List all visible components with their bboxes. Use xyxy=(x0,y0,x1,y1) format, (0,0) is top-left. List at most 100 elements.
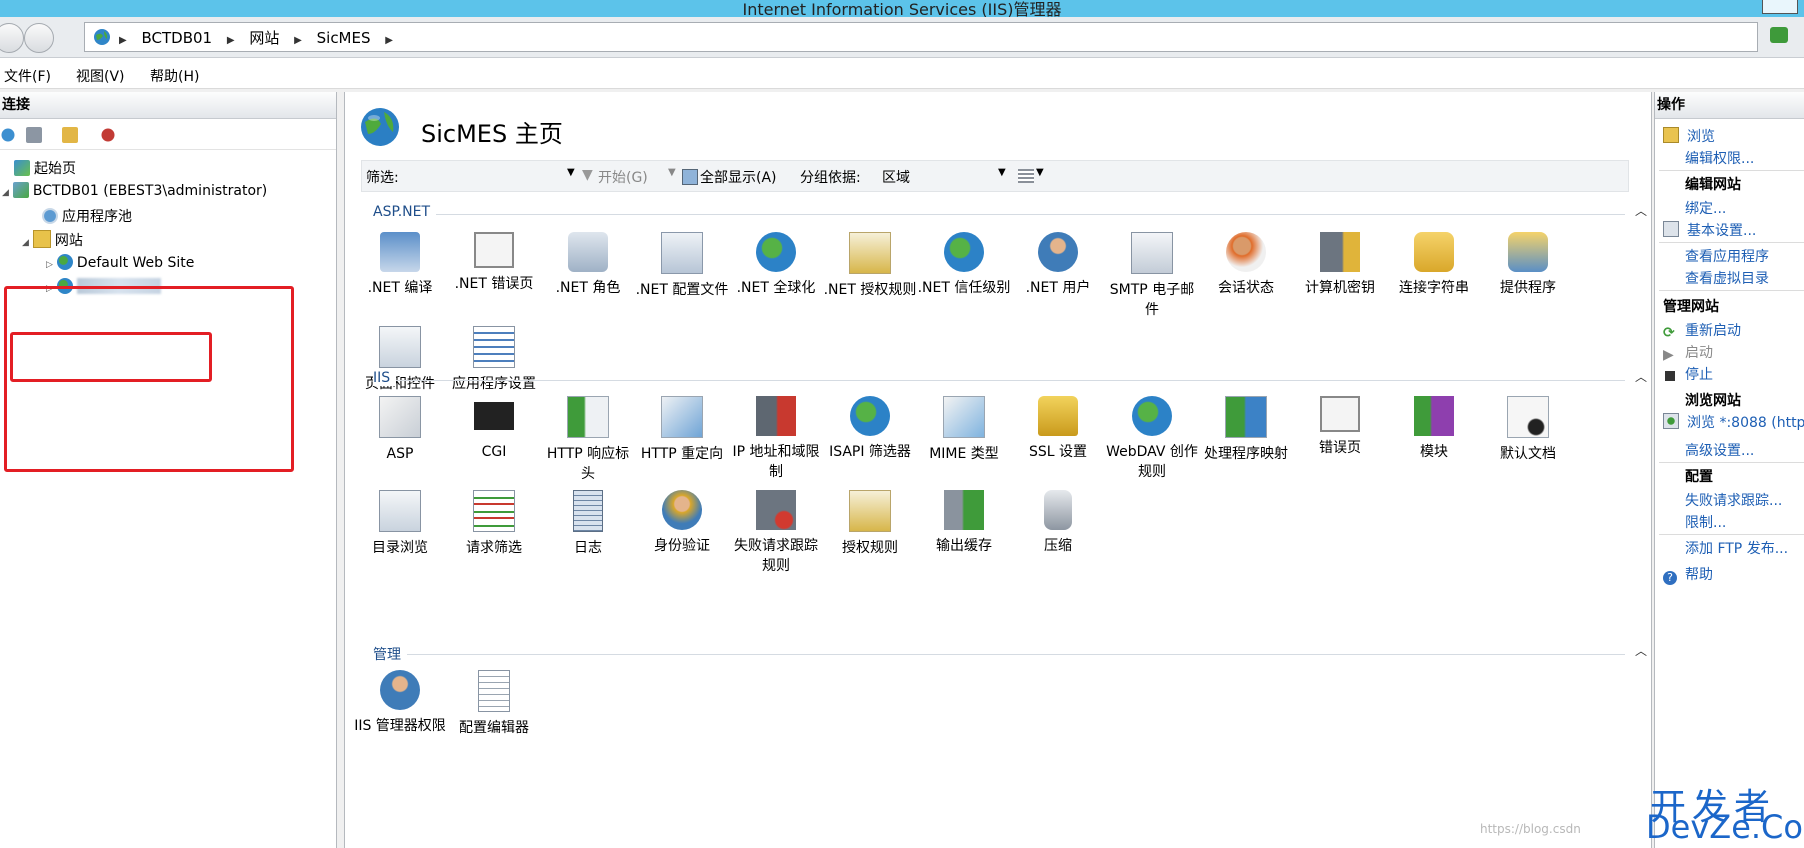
tree-item-start-page[interactable]: 起始页 xyxy=(14,158,76,178)
expand-icon: ▷ xyxy=(46,260,53,270)
webdav-icon xyxy=(1132,396,1172,436)
feature-net-compilation[interactable]: .NET 编译 xyxy=(353,232,447,298)
feature-cgi[interactable]: CGI xyxy=(447,396,541,462)
refresh-icon[interactable] xyxy=(1770,27,1788,43)
tree-item-default-site[interactable]: ▷ Default Web Site xyxy=(46,254,194,271)
feature-net-users[interactable]: .NET 用户 xyxy=(1011,232,1105,298)
feature-request-filtering[interactable]: 请求筛选 xyxy=(447,490,541,558)
handler-icon xyxy=(1225,396,1267,438)
action-failed-request-tracing[interactable]: 失败请求跟踪... xyxy=(1685,490,1782,510)
action-view-virtual-dirs[interactable]: 查看虚拟目录 xyxy=(1685,268,1769,288)
tree-item-sites[interactable]: ◢ 网站 xyxy=(22,230,83,250)
show-all-button[interactable]: 全部显示(A) xyxy=(700,167,777,187)
action-bindings[interactable]: 绑定... xyxy=(1685,198,1726,218)
trust-icon xyxy=(944,232,984,272)
feature-net-roles[interactable]: .NET 角色 xyxy=(541,232,635,298)
breadcrumb-server[interactable]: BCTDB01 xyxy=(141,29,212,47)
action-restart[interactable]: ⟳ 重新启动 xyxy=(1663,320,1741,341)
feature-session-state[interactable]: 会话状态 xyxy=(1199,232,1293,298)
manager-perms-icon xyxy=(380,670,420,710)
chevron-down-icon[interactable]: ▼ xyxy=(567,167,575,178)
feature-configuration-editor[interactable]: 配置编辑器 xyxy=(447,670,541,738)
action-stop[interactable]: 停止 xyxy=(1663,364,1713,384)
feature-modules[interactable]: 模块 xyxy=(1387,396,1481,462)
collapse-icon: ◢ xyxy=(22,238,29,248)
chevron-right-icon: ▶ xyxy=(294,35,302,46)
feature-ip-restrictions[interactable]: IP 地址和域限制 xyxy=(729,396,823,482)
view-mode-icon[interactable] xyxy=(1018,169,1034,183)
back-button[interactable] xyxy=(0,23,24,53)
connect-icon[interactable] xyxy=(0,127,16,143)
feature-net-trust-levels[interactable]: .NET 信任级别 xyxy=(917,232,1011,298)
feature-logging[interactable]: 日志 xyxy=(541,490,635,558)
feature-directory-browsing[interactable]: 目录浏览 xyxy=(353,490,447,558)
action-add-ftp[interactable]: 添加 FTP 发布... xyxy=(1685,538,1788,558)
feature-net-globalization[interactable]: .NET 全球化 xyxy=(729,232,823,298)
section-iis[interactable]: IIS ︿ xyxy=(361,370,1651,390)
action-browse-8088[interactable]: 浏览 *:8088 (http) xyxy=(1663,412,1804,432)
redirect-icon xyxy=(661,396,703,438)
feature-mime-types[interactable]: MIME 类型 xyxy=(917,396,1011,464)
feature-error-pages[interactable]: 错误页 xyxy=(1293,396,1387,458)
action-limits[interactable]: 限制... xyxy=(1685,512,1726,532)
section-aspnet[interactable]: ASP.NET ︿ xyxy=(361,204,1651,224)
feature-net-profile[interactable]: .NET 配置文件 xyxy=(635,232,729,300)
section-management[interactable]: 管理 ︿ xyxy=(361,644,1651,664)
feature-isapi-filters[interactable]: ISAPI 筛选器 xyxy=(823,396,917,462)
feature-connection-strings[interactable]: 连接字符串 xyxy=(1387,232,1481,298)
feature-ssl-settings[interactable]: SSL 设置 xyxy=(1011,396,1105,462)
chevron-down-icon[interactable]: ▼ xyxy=(998,167,1006,178)
feature-providers[interactable]: 提供程序 xyxy=(1481,232,1575,298)
feature-failed-request-tracing[interactable]: 失败请求跟踪规则 xyxy=(729,490,823,576)
features-pane: SicMES 主页 筛选: ▼ ▼ 开始(G) ▼ 全部显示(A) 分组依据: … xyxy=(344,92,1652,848)
action-view-applications[interactable]: 查看应用程序 xyxy=(1685,246,1769,266)
group-by-select[interactable]: 区域 xyxy=(882,167,910,187)
menu-file[interactable]: 文件(F) xyxy=(4,66,51,86)
lock-icon xyxy=(849,490,891,532)
action-basic-settings[interactable]: 基本设置... xyxy=(1663,220,1756,240)
feature-default-document[interactable]: 默认文档 xyxy=(1481,396,1575,464)
feature-authorization-rules[interactable]: 授权规则 xyxy=(823,490,917,558)
chevron-down-icon[interactable]: ▼ xyxy=(1036,167,1044,178)
feature-output-caching[interactable]: 输出缓存 xyxy=(917,490,1011,556)
start-button[interactable]: 开始(G) xyxy=(598,167,648,187)
menu-help[interactable]: 帮助(H) xyxy=(150,66,199,86)
machine-key-icon xyxy=(1320,232,1360,272)
tree-item-app-pools[interactable]: 应用程序池 xyxy=(42,206,132,226)
chevron-up-icon[interactable]: ︿ xyxy=(1635,642,1647,659)
up-level-icon[interactable] xyxy=(62,127,78,143)
feature-http-response-headers[interactable]: HTTP 响应标头 xyxy=(541,396,635,484)
breadcrumb-sites[interactable]: 网站 xyxy=(249,29,279,47)
action-explore[interactable]: 浏览 xyxy=(1663,126,1715,146)
chevron-up-icon[interactable]: ︿ xyxy=(1635,202,1647,219)
feature-http-redirect[interactable]: HTTP 重定向 xyxy=(635,396,729,464)
filter-input[interactable] xyxy=(406,163,580,187)
feature-net-error-pages[interactable]: .NET 错误页 xyxy=(447,232,541,294)
action-advanced-settings[interactable]: 高级设置... xyxy=(1685,440,1754,460)
chevron-up-icon[interactable]: ︿ xyxy=(1635,368,1647,385)
save-icon[interactable] xyxy=(26,127,42,143)
section-label: IIS xyxy=(373,370,397,386)
minimize-button[interactable] xyxy=(1762,0,1798,14)
feature-net-authorization[interactable]: .NET 授权规则 xyxy=(823,232,917,300)
chevron-down-icon[interactable]: ▼ xyxy=(668,167,676,178)
feature-compression[interactable]: 压缩 xyxy=(1011,490,1105,556)
feature-iis-manager-permissions[interactable]: IIS 管理器权限 xyxy=(353,670,447,736)
compression-icon xyxy=(1044,490,1072,530)
forward-button[interactable] xyxy=(24,23,54,53)
breadcrumb-site[interactable]: SicMES xyxy=(317,29,371,47)
tree-item-server[interactable]: ◢ BCTDB01 (EBEST3\administrator) xyxy=(2,182,267,199)
disconnect-icon[interactable] xyxy=(100,127,116,143)
menu-view[interactable]: 视图(V) xyxy=(76,66,125,86)
feature-handler-mappings[interactable]: 处理程序映射 xyxy=(1199,396,1293,464)
action-start[interactable]: ▶ 启动 xyxy=(1663,342,1713,363)
feature-machine-key[interactable]: 计算机密钥 xyxy=(1293,232,1387,298)
action-edit-permissions[interactable]: 编辑权限... xyxy=(1685,148,1754,168)
action-help[interactable]: ? 帮助 xyxy=(1663,564,1713,585)
feature-asp[interactable]: ASP xyxy=(353,396,447,464)
feature-smtp-email[interactable]: SMTP 电子邮件 xyxy=(1105,232,1199,320)
feature-webdav[interactable]: WebDAV 创作规则 xyxy=(1105,396,1199,482)
feature-authentication[interactable]: 身份验证 xyxy=(635,490,729,556)
play-icon: ▶ xyxy=(1663,347,1674,363)
breadcrumb[interactable]: ▶ BCTDB01 ▶ 网站 ▶ SicMES ▶ xyxy=(84,22,1758,52)
